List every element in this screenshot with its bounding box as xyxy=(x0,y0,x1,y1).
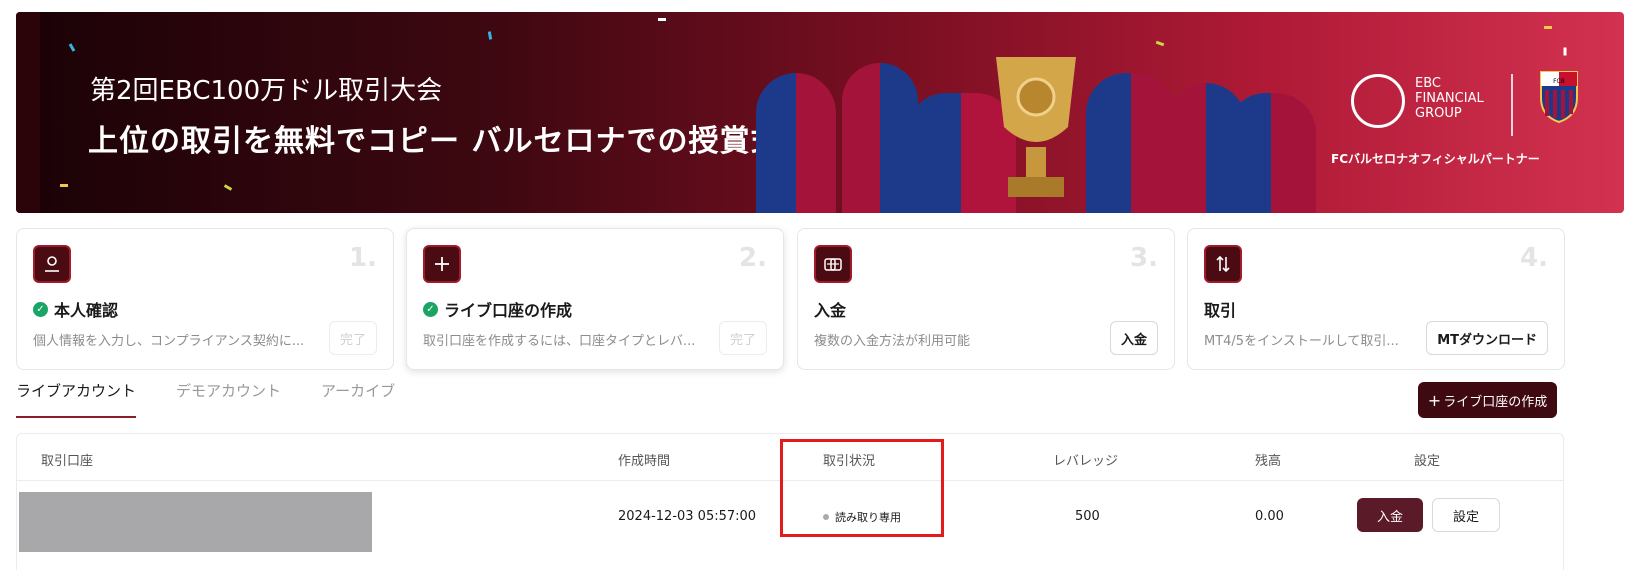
create-live-account-button[interactable]: + ライブ口座の作成 xyxy=(1418,382,1557,418)
step-description: MT4/5をインストールして取引... xyxy=(1204,334,1399,349)
check-circle-icon: ✓ xyxy=(423,301,438,317)
tab-archive[interactable]: アーカイブ xyxy=(321,378,395,418)
tab-live-account[interactable]: ライブアカウント xyxy=(16,378,137,418)
row-settings-button[interactable]: 設定 xyxy=(1432,498,1500,532)
ebc-logo-icon xyxy=(1351,74,1405,128)
mt-download-button[interactable]: MTダウンロード xyxy=(1426,321,1548,355)
header-leverage: レバレッジ xyxy=(1053,454,1119,469)
step-card-deposit: 3. 入金 複数の入金方法が利用可能 入金 xyxy=(797,228,1175,370)
step-title: 取引 xyxy=(1204,301,1237,320)
highlight-box xyxy=(780,439,944,537)
step-card-create-account: 2. ✓ ライブ口座の作成 取引口座を作成するには、口座タイプとレバ... 完了 xyxy=(406,228,784,370)
row-deposit-button[interactable]: 入金 xyxy=(1357,498,1423,532)
deposit-button[interactable]: 入金 xyxy=(1109,321,1158,355)
confetti xyxy=(658,18,666,21)
step-title: 入金 xyxy=(814,301,847,320)
confetti xyxy=(223,184,233,191)
step-description: 取引口座を作成するには、口座タイプとレバ... xyxy=(423,334,696,349)
step-title: ✓ ライブ口座の作成 xyxy=(423,297,572,321)
step-done-button[interactable]: 完了 xyxy=(328,321,377,355)
step-number: 4. xyxy=(1520,243,1548,273)
confetti xyxy=(68,43,76,52)
banner-stripe xyxy=(16,12,40,213)
brand-logos: EBC FINANCIAL GROUP FCB FCバルセロナオフィシャルパートナー xyxy=(1331,71,1611,184)
trophy-icon xyxy=(996,57,1076,197)
step-title: ✓ 本人確認 xyxy=(33,297,118,321)
cell-balance: 0.00 xyxy=(1255,509,1284,524)
header-settings: 設定 xyxy=(1414,454,1441,469)
confetti xyxy=(487,31,493,40)
svg-text:FCB: FCB xyxy=(1553,78,1565,85)
promo-banner[interactable]: 第2回EBC100万ドル取引大会 上位の取引を無料でコピー バルセロナでの授賞式… xyxy=(16,12,1624,213)
check-circle-icon: ✓ xyxy=(33,301,48,317)
brand-divider xyxy=(1511,74,1513,136)
step-description: 複数の入金方法が利用可能 xyxy=(814,334,971,349)
banner-subtitle: 上位の取引を無料でコピー バルセロナでの授賞式 xyxy=(88,124,782,159)
user-icon xyxy=(33,245,71,283)
step-description: 個人情報を入力し、コンプライアンス契約に... xyxy=(33,334,305,349)
confetti xyxy=(60,184,68,187)
cell-leverage: 500 xyxy=(1075,509,1100,524)
masked-account-number xyxy=(19,492,372,552)
plus-icon: + xyxy=(1427,390,1442,410)
partner-text: FCバルセロナオフィシャルパートナー xyxy=(1331,152,1540,166)
confetti xyxy=(1563,47,1567,56)
cell-created: 2024-12-03 05:57:00 xyxy=(618,509,757,524)
banner-title: 第2回EBC100万ドル取引大会 xyxy=(90,76,443,106)
ebc-brand-text: EBC FINANCIAL GROUP xyxy=(1415,76,1484,121)
step-card-identity: 1. ✓ 本人確認 個人情報を入力し、コンプライアンス契約に... 完了 xyxy=(16,228,394,370)
coins-icon xyxy=(814,245,852,283)
header-balance: 残高 xyxy=(1255,454,1282,469)
step-card-trade: 4. 取引 MT4/5をインストールして取引... MTダウンロード xyxy=(1187,228,1565,370)
step-done-button[interactable]: 完了 xyxy=(718,321,767,355)
account-tabs: ライブアカウント デモアカウント アーカイブ xyxy=(16,378,395,418)
plus-icon xyxy=(423,245,461,283)
header-created: 作成時間 xyxy=(618,454,671,469)
header-account: 取引口座 xyxy=(41,454,94,469)
tab-demo-account[interactable]: デモアカウント xyxy=(176,378,281,418)
fcb-crest-icon: FCB xyxy=(1540,71,1578,124)
step-number: 1. xyxy=(349,243,377,273)
step-number: 2. xyxy=(739,243,767,273)
swap-arrows-icon xyxy=(1204,245,1242,283)
step-number: 3. xyxy=(1130,243,1158,273)
confetti xyxy=(1544,26,1552,29)
